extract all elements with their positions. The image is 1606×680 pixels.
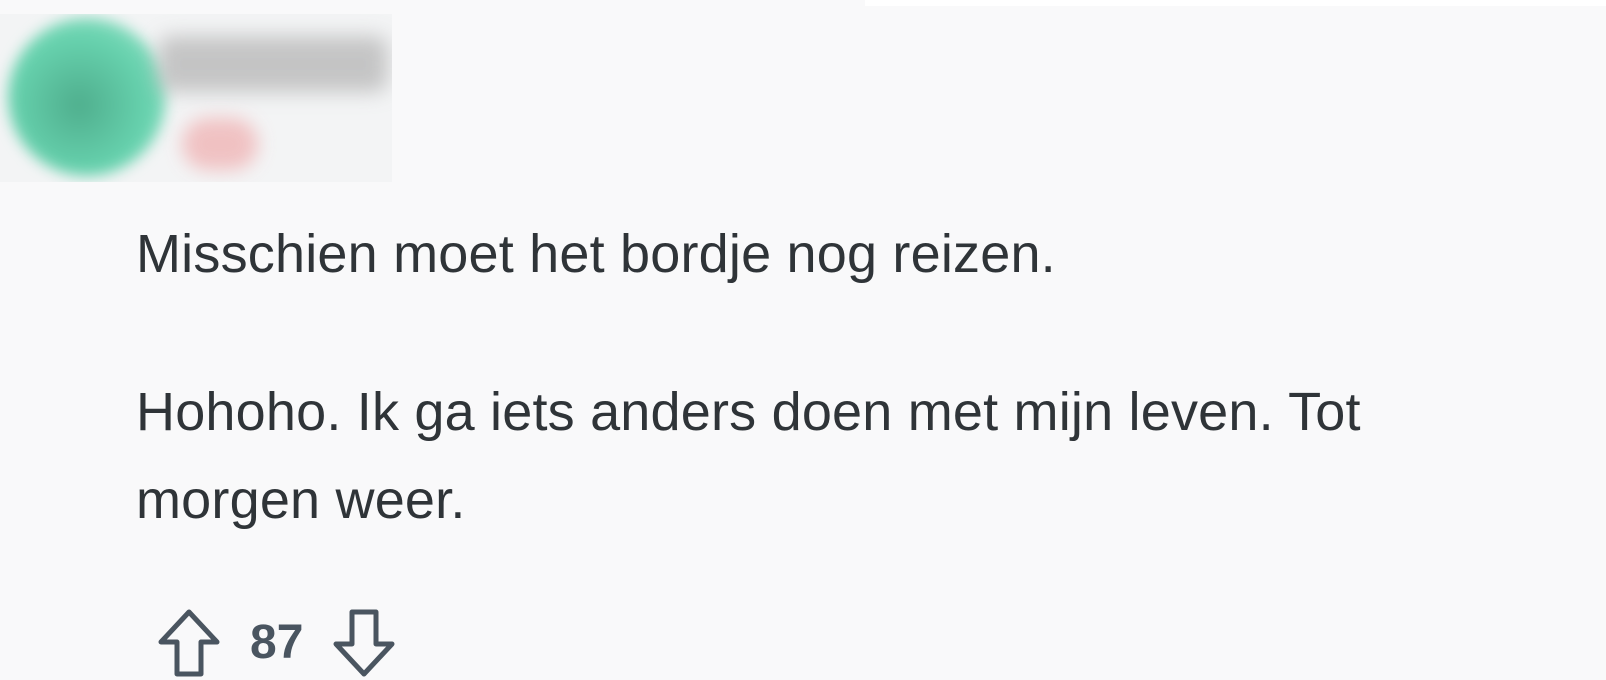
comment-paragraph: Hohoho. Ik ga iets anders doen met mijn … — [136, 368, 1606, 544]
comment-author-header-redacted — [0, 14, 392, 182]
user-flair-redacted — [182, 118, 258, 170]
avatar[interactable] — [8, 18, 166, 176]
vote-score: 87 — [250, 616, 304, 669]
vote-bar: 87 — [154, 606, 399, 680]
comment-line: Hohoho. Ik ga iets anders doen met mijn … — [136, 382, 1361, 442]
downvote-button[interactable] — [329, 606, 399, 680]
comment-card: Misschien moet het bordje nog reizen. Ho… — [0, 0, 1606, 680]
comment-paragraph: Misschien moet het bordje nog reizen. — [136, 224, 1056, 284]
username-redacted[interactable] — [158, 36, 388, 92]
arrow-down-icon — [330, 608, 398, 678]
upvote-button[interactable] — [154, 606, 224, 680]
arrow-up-icon — [155, 608, 223, 678]
comment-body: Misschien moet het bordje nog reizen. Ho… — [136, 210, 1606, 544]
comment-line: morgen weer. — [136, 470, 466, 530]
